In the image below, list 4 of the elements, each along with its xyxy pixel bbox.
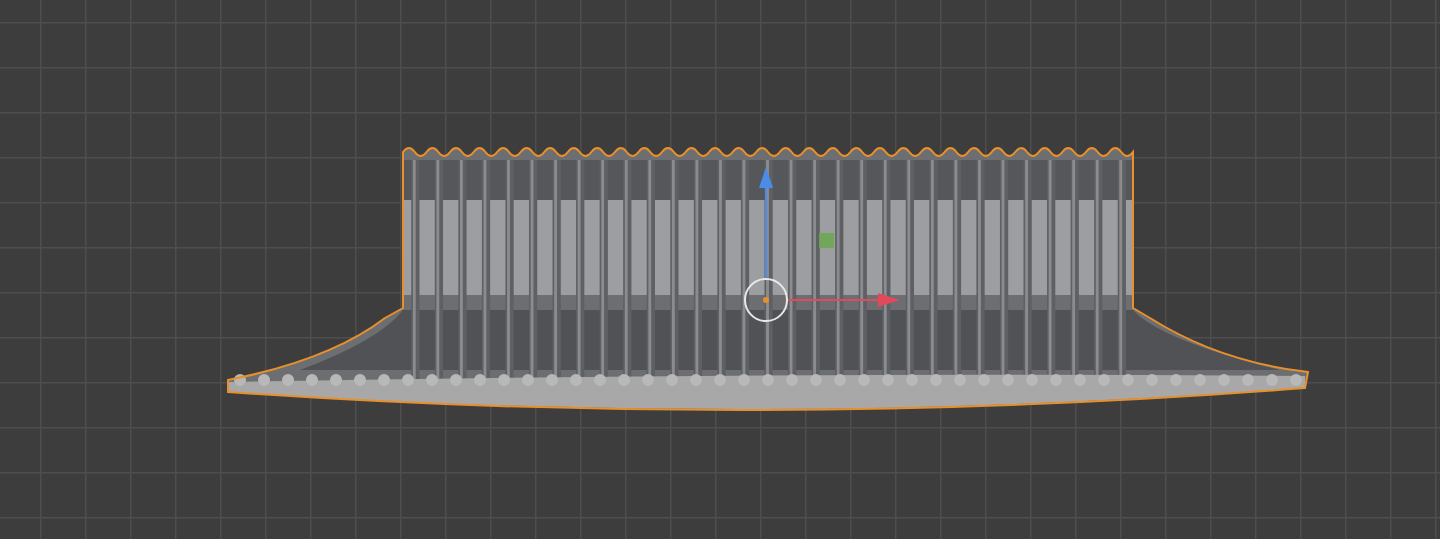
z-axis-arrow[interactable] <box>759 167 773 281</box>
origin-dot <box>763 297 769 303</box>
scale-handle-icon[interactable] <box>819 233 834 248</box>
3d-cursor-icon[interactable] <box>744 278 788 322</box>
